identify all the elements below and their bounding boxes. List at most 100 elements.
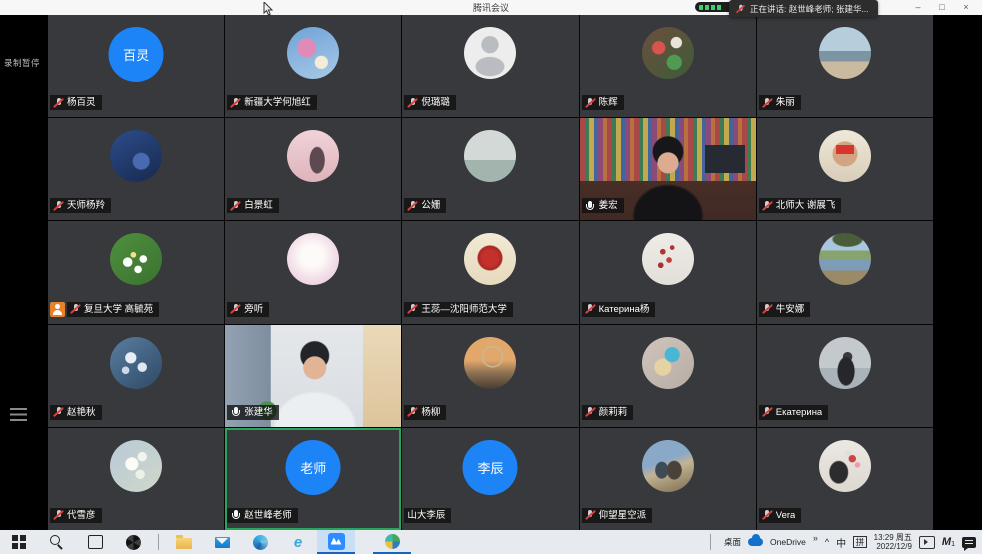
mic-icon bbox=[585, 200, 596, 212]
participant-label: 陈辉 bbox=[582, 95, 624, 110]
mic-icon bbox=[585, 406, 596, 418]
participant-tile[interactable]: 百灵 杨百灵 bbox=[48, 15, 224, 117]
tencent-meeting-button[interactable] bbox=[317, 530, 355, 554]
task-view-icon bbox=[88, 535, 103, 549]
mail-button[interactable] bbox=[203, 530, 241, 554]
participant-name: 旁听 bbox=[244, 303, 263, 316]
task-view-button[interactable] bbox=[76, 530, 114, 554]
tray-expand-button[interactable]: ^ bbox=[825, 537, 829, 547]
participant-tile[interactable]: 天师杨羚 bbox=[48, 118, 224, 220]
windows-taskbar: e 桌面 OneDrive » ^ 中 拼 13:29 周五 2022/12/9… bbox=[0, 530, 982, 554]
participant-avatar bbox=[642, 233, 694, 285]
participant-label: 天师杨羚 bbox=[50, 198, 111, 213]
speaking-toast: 正在讲话: 赵世峰老师; 张建华... bbox=[729, 0, 878, 17]
participant-name: 北师大 谢展飞 bbox=[776, 199, 836, 212]
taskbar-separator bbox=[158, 534, 159, 550]
search-button[interactable] bbox=[38, 530, 76, 554]
participant-tile[interactable]: 陈辉 bbox=[580, 15, 756, 117]
minimize-button[interactable]: – bbox=[906, 0, 930, 15]
mic-icon bbox=[762, 200, 773, 212]
participant-tile[interactable]: 白景虹 bbox=[225, 118, 401, 220]
participant-tile[interactable]: 李辰 山大李辰 bbox=[402, 428, 578, 530]
action-center-icon[interactable] bbox=[962, 537, 976, 548]
ink-workspace-icon[interactable]: M 1 bbox=[942, 536, 955, 548]
participant-name: 天师杨羚 bbox=[67, 199, 105, 212]
edge-button[interactable] bbox=[241, 530, 279, 554]
participant-avatar bbox=[110, 440, 162, 492]
recording-status: 录制暂停 bbox=[4, 57, 40, 69]
participant-tile[interactable]: 朱丽 bbox=[757, 15, 933, 117]
onedrive-label[interactable]: OneDrive bbox=[770, 537, 806, 547]
onedrive-icon[interactable] bbox=[748, 538, 763, 546]
mic-icon bbox=[230, 303, 241, 315]
participant-tile[interactable]: Vera bbox=[757, 428, 933, 530]
mic-icon bbox=[70, 303, 81, 315]
participant-tile[interactable]: Екатерина bbox=[757, 325, 933, 427]
search-icon bbox=[50, 535, 64, 549]
participant-name: 公姗 bbox=[421, 199, 440, 212]
participant-tile[interactable]: 旁听 bbox=[225, 221, 401, 323]
participant-avatar: 老师 bbox=[286, 440, 341, 495]
participant-tile[interactable]: 赵艳秋 bbox=[48, 325, 224, 427]
participant-tile[interactable]: Катерина杨 bbox=[580, 221, 756, 323]
participant-tile[interactable]: 代雪彦 bbox=[48, 428, 224, 530]
participant-name: 赵艳秋 bbox=[67, 406, 96, 419]
media-player-tray-icon[interactable] bbox=[919, 536, 935, 549]
ime-language-indicator[interactable]: 中 bbox=[836, 535, 846, 550]
participant-tile[interactable]: 复旦大学 高毓苑 bbox=[48, 221, 224, 323]
participant-avatar bbox=[819, 440, 871, 492]
mic-icon bbox=[585, 303, 596, 315]
participant-label: 杨柳 bbox=[404, 405, 446, 420]
taskbar-clock[interactable]: 13:29 周五 2022/12/9 bbox=[874, 533, 912, 552]
participant-name: 杨柳 bbox=[421, 406, 440, 419]
mic-icon bbox=[762, 509, 773, 521]
participant-label: Катерина杨 bbox=[582, 302, 656, 317]
participant-tile[interactable]: 新疆大学何旭红 bbox=[225, 15, 401, 117]
app-colorful-pinwheel[interactable] bbox=[373, 530, 411, 554]
participant-avatar: 李辰 bbox=[463, 440, 518, 495]
close-button[interactable]: × bbox=[954, 0, 978, 15]
participant-tile[interactable]: 公姗 bbox=[402, 118, 578, 220]
participant-tile[interactable]: 张建华 bbox=[225, 325, 401, 427]
edge-icon bbox=[253, 535, 268, 550]
taskbar-overflow-chevron[interactable]: » bbox=[813, 533, 818, 543]
participant-label: 复旦大学 高毓苑 bbox=[67, 302, 159, 317]
mic-icon bbox=[230, 200, 241, 212]
participant-tile[interactable]: 仰望星空派 bbox=[580, 428, 756, 530]
ime-mode-indicator[interactable]: 拼 bbox=[853, 536, 867, 548]
show-desktop-label[interactable]: 桌面 bbox=[724, 536, 741, 548]
participant-tile-active-speaker[interactable]: 老师 赵世峰老师 bbox=[225, 428, 401, 530]
participant-label: 北师大 谢展飞 bbox=[759, 198, 842, 213]
mic-icon bbox=[53, 509, 64, 521]
file-explorer-button[interactable] bbox=[165, 530, 203, 554]
participant-name: 山大李辰 bbox=[407, 509, 445, 522]
mouse-cursor-icon bbox=[263, 2, 274, 16]
window-controls: – □ × bbox=[906, 0, 978, 15]
participant-grid: 百灵 杨百灵 新疆大学何旭红 倪璐璐 陈辉 bbox=[48, 15, 933, 530]
participant-avatar bbox=[110, 130, 162, 182]
participant-avatar bbox=[642, 337, 694, 389]
maximize-button[interactable]: □ bbox=[930, 0, 954, 15]
participant-avatar bbox=[464, 337, 516, 389]
start-button[interactable] bbox=[0, 530, 38, 554]
mic-icon bbox=[407, 303, 418, 315]
internet-explorer-icon: e bbox=[294, 535, 302, 550]
participant-tile[interactable]: 杨柳 bbox=[402, 325, 578, 427]
participant-name: 复旦大学 高毓苑 bbox=[84, 303, 153, 316]
participant-label: 张建华 bbox=[227, 405, 279, 420]
participant-avatar bbox=[819, 130, 871, 182]
taskbar-apps: e bbox=[0, 530, 411, 554]
participant-name: 牛安娜 bbox=[776, 303, 805, 316]
participant-list-icon[interactable] bbox=[10, 408, 27, 421]
participant-avatar bbox=[464, 27, 516, 79]
app-dark-fan[interactable] bbox=[114, 530, 152, 554]
participant-tile[interactable]: 倪璐璐 bbox=[402, 15, 578, 117]
mic-muted-icon bbox=[736, 3, 745, 13]
participant-tile[interactable]: 王蕊—沈阳师范大学 bbox=[402, 221, 578, 323]
internet-explorer-button[interactable]: e bbox=[279, 530, 317, 554]
participant-tile[interactable]: 颜莉莉 bbox=[580, 325, 756, 427]
participant-tile[interactable]: 牛安娜 bbox=[757, 221, 933, 323]
participant-tile[interactable]: 北师大 谢展飞 bbox=[757, 118, 933, 220]
participant-avatar bbox=[819, 337, 871, 389]
participant-tile[interactable]: 姜宏 bbox=[580, 118, 756, 220]
